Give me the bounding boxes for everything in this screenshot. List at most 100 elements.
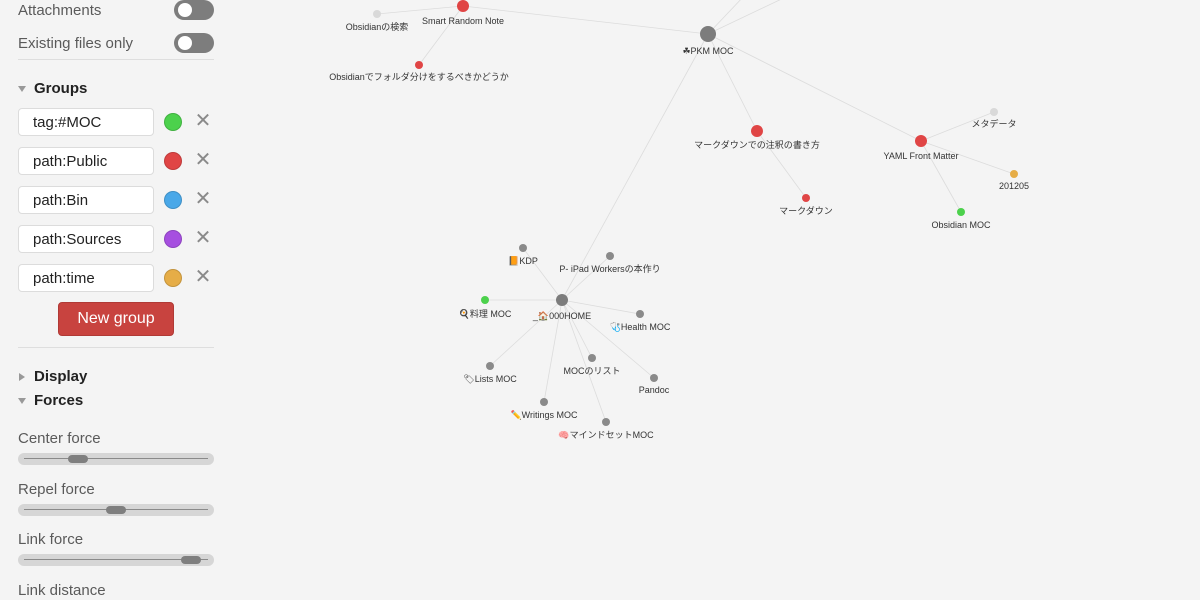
graph-node-home[interactable]	[556, 294, 568, 306]
group-color-swatch[interactable]	[164, 152, 182, 170]
graph-node-label: 🩺Health MOC	[610, 321, 671, 332]
graph-settings-panel: Attachments Existing files only Groups ✕…	[0, 0, 232, 600]
graph-node-obs-folder[interactable]	[415, 61, 423, 69]
graph-node-label: 📙KDP	[508, 256, 538, 266]
graph-node-label: 🏷Lists MOC	[463, 374, 517, 384]
repel-force-slider[interactable]	[18, 504, 214, 516]
graph-node-lists[interactable]	[486, 362, 494, 370]
graph-node-label: マークダウンでの注釈の書き方	[694, 139, 820, 150]
graph-node-mindset[interactable]	[602, 418, 610, 426]
close-icon[interactable]: ✕	[191, 109, 215, 133]
existing-files-label: Existing files only	[18, 34, 134, 52]
repel-force-label: Repel force	[18, 481, 95, 498]
graph-node-moc-list[interactable]	[588, 354, 596, 362]
slider-thumb[interactable]	[181, 556, 202, 564]
graph-node-label: Obsidianでフォルダ分けをするべきかどうか	[329, 71, 509, 82]
graph-edge	[707, 33, 922, 142]
graph-node-pkm[interactable]	[700, 26, 716, 42]
group-row: ✕	[18, 108, 214, 138]
group-color-swatch[interactable]	[164, 269, 182, 287]
graph-node-ryori[interactable]	[481, 296, 489, 304]
graph-node-label: 201205	[999, 181, 1029, 191]
divider	[18, 347, 214, 348]
group-query-input[interactable]	[18, 225, 154, 253]
toggle-knob	[178, 3, 192, 17]
graph-node-label: ☘PKM MOC	[682, 46, 734, 56]
graph-node-label: Smart Random Note	[422, 16, 504, 26]
graph-node-label: ✏️Writings MOC	[510, 409, 578, 420]
group-color-swatch[interactable]	[164, 113, 182, 131]
slider-track	[24, 559, 208, 560]
group-row: ✕	[18, 264, 214, 294]
group-query-input[interactable]	[18, 108, 154, 136]
attachments-row: Attachments	[18, 0, 214, 22]
forces-section-header[interactable]: Forces	[18, 392, 83, 409]
graph-node-d201205[interactable]	[1010, 170, 1018, 178]
graph-node-kdp[interactable]	[519, 244, 527, 252]
center-force-slider[interactable]	[18, 453, 214, 465]
graph-edge	[561, 255, 611, 301]
graph-node-yaml[interactable]	[915, 135, 927, 147]
graph-node-health[interactable]	[636, 310, 644, 318]
groups-section-header[interactable]: Groups	[18, 80, 87, 97]
center-force-label: Center force	[18, 430, 101, 447]
graph-node-md[interactable]	[802, 194, 810, 202]
existing-files-row: Existing files only	[18, 31, 214, 55]
slider-thumb[interactable]	[106, 506, 126, 514]
display-section-header[interactable]: Display	[18, 368, 87, 385]
graph-edge	[418, 5, 464, 66]
group-color-swatch[interactable]	[164, 230, 182, 248]
group-row: ✕	[18, 147, 214, 177]
slider-track	[24, 458, 208, 459]
divider	[18, 59, 214, 60]
link-force-slider[interactable]	[18, 554, 214, 566]
graph-node-label: Obsidianの検索	[346, 21, 409, 32]
graph-node-label: メタデータ	[971, 118, 1016, 129]
graph-node-ipad[interactable]	[606, 252, 614, 260]
graph-node-writings[interactable]	[540, 398, 548, 406]
slider-thumb[interactable]	[68, 455, 89, 463]
graph-edge	[376, 5, 464, 15]
group-row: ✕	[18, 186, 214, 216]
graph-edge	[561, 33, 709, 301]
graph-node-label: 🧠マインドセットMOC	[558, 430, 654, 440]
graph-edge	[561, 299, 593, 359]
graph-view[interactable]: Obsidianの検索 Smart Random Note Obsidianでフォル…	[232, 0, 1200, 600]
group-query-input[interactable]	[18, 186, 154, 214]
close-icon[interactable]: ✕	[191, 148, 215, 172]
forces-header-label: Forces	[34, 392, 84, 409]
graph-node-label: Pandoc	[639, 385, 670, 395]
graph-node-label: YAML Front Matter	[883, 151, 958, 161]
collapse-icon	[18, 397, 26, 404]
display-header-label: Display	[34, 368, 88, 385]
new-group-button[interactable]: New group	[58, 302, 174, 336]
graph-node-label: 🍳料理 MOC	[459, 308, 512, 320]
attachments-toggle[interactable]	[174, 0, 214, 20]
attachments-label: Attachments	[18, 1, 102, 19]
graph-node-pandoc[interactable]	[650, 374, 658, 382]
graph-node-label: P- iPad Workersの本作り	[559, 263, 660, 274]
group-query-input[interactable]	[18, 264, 154, 292]
close-icon[interactable]: ✕	[191, 265, 215, 289]
graph-node-label: MOCのリスト	[564, 366, 621, 376]
graph-node-obs-moc[interactable]	[957, 208, 965, 216]
group-row: ✕	[18, 225, 214, 255]
close-icon[interactable]: ✕	[191, 226, 215, 250]
expand-icon	[19, 372, 25, 381]
graph-node-obs-search[interactable]	[373, 10, 381, 18]
graph-node-label: Obsidian MOC	[931, 220, 991, 230]
graph-node-smart-random[interactable]	[457, 0, 469, 12]
graph-node-md-note[interactable]	[751, 125, 763, 137]
link-force-label: Link force	[18, 531, 84, 548]
group-color-swatch[interactable]	[164, 191, 182, 209]
graph-node-label: マークダウン	[779, 205, 833, 216]
close-icon[interactable]: ✕	[191, 187, 215, 211]
graph-edge	[707, 0, 781, 35]
graph-node-meta[interactable]	[990, 108, 998, 116]
link-distance-label: Link distance	[18, 582, 106, 599]
existing-files-toggle[interactable]	[174, 33, 214, 53]
graph-node-label: _🏠000HOME	[532, 311, 591, 321]
toggle-knob	[178, 36, 192, 50]
groups-header-label: Groups	[34, 80, 88, 97]
group-query-input[interactable]	[18, 147, 154, 175]
